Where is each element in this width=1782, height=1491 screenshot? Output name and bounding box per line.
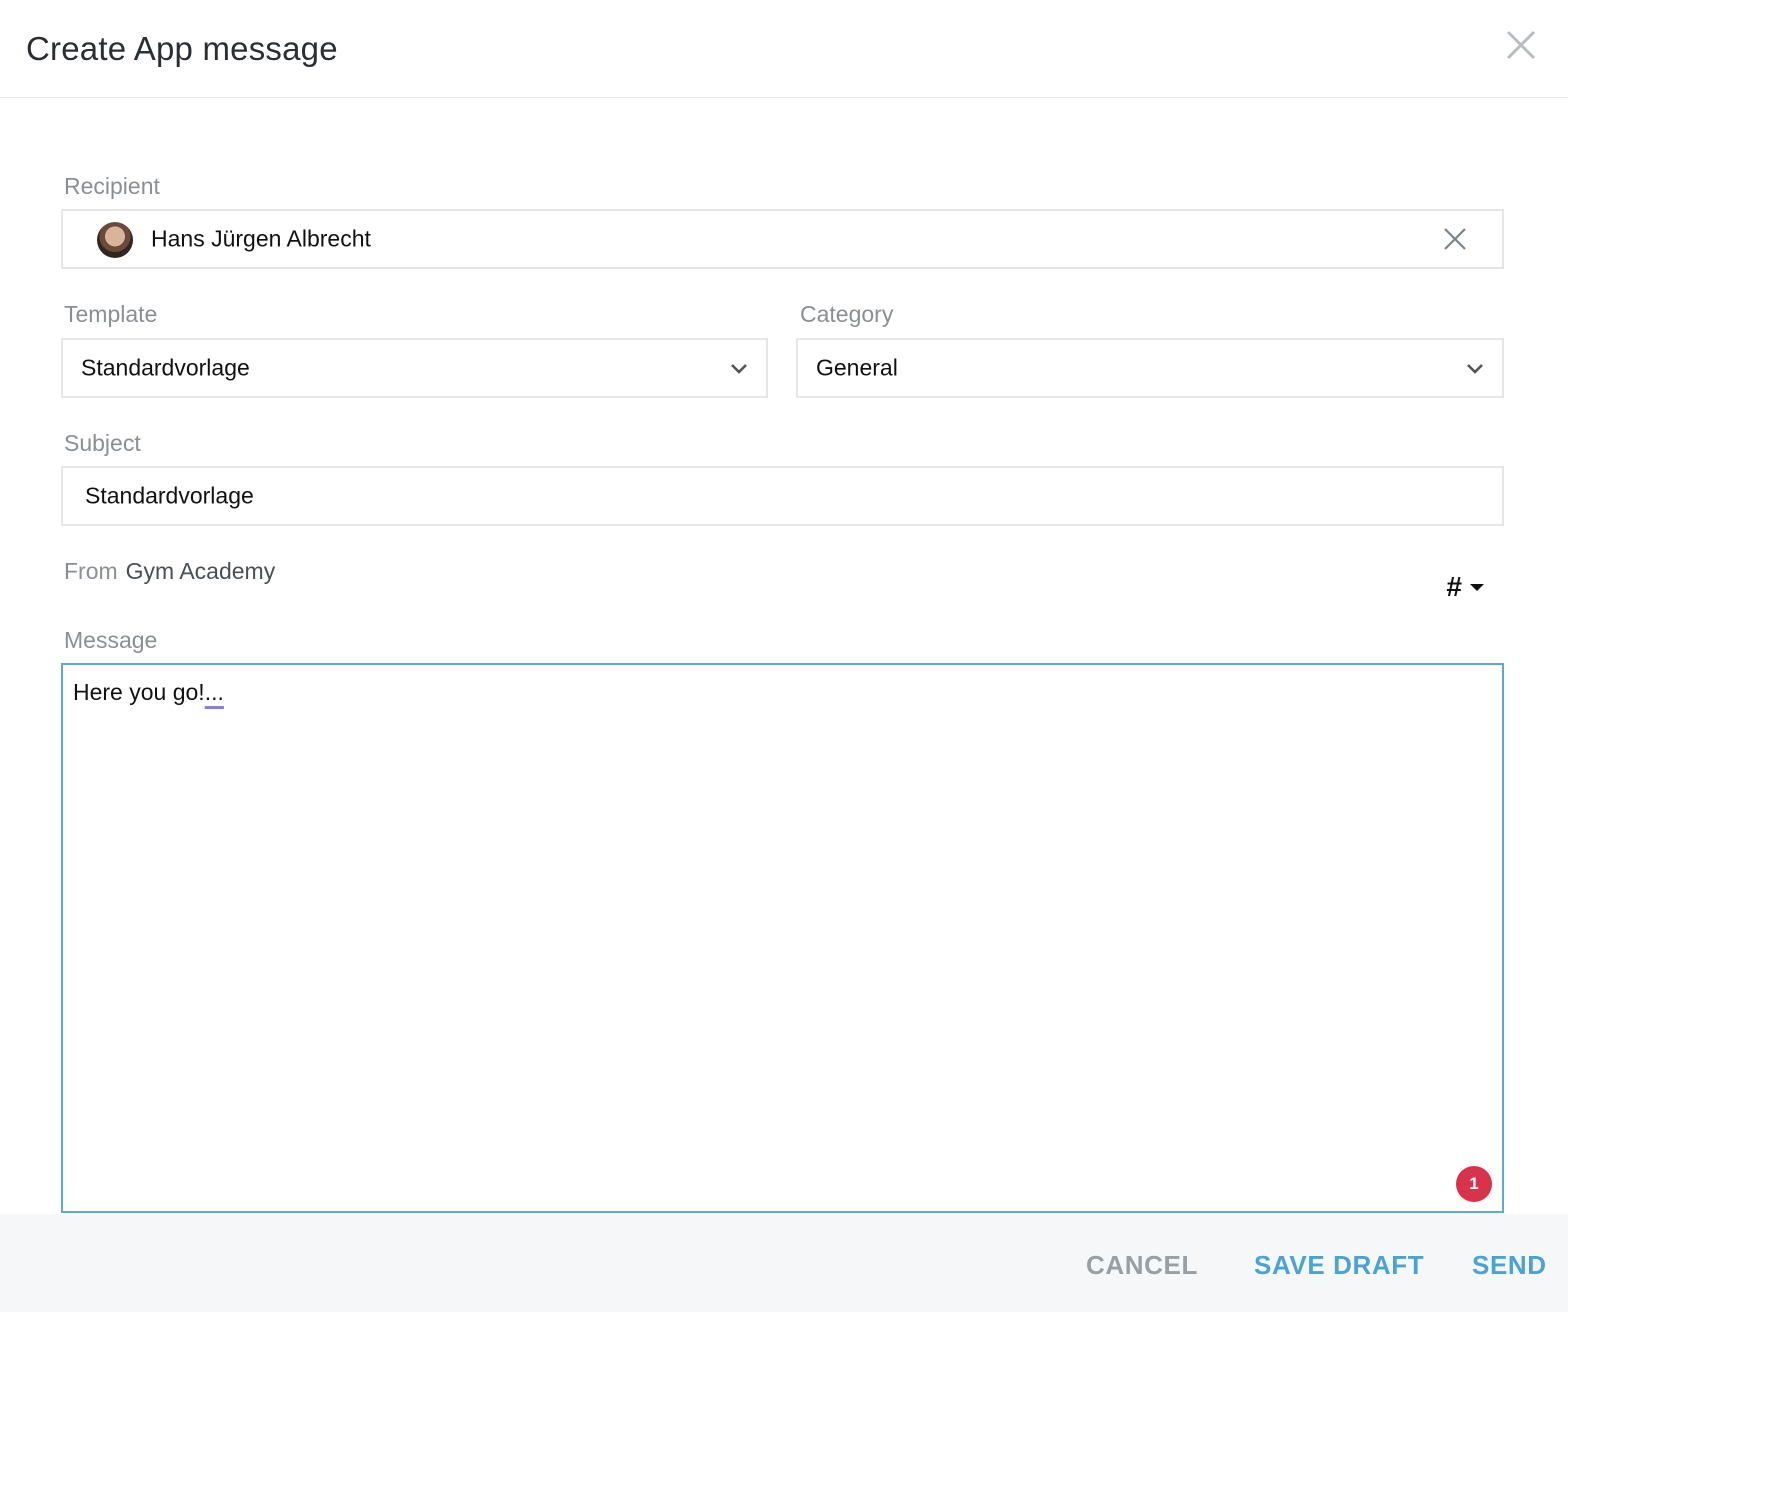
dialog-header: Create App message xyxy=(0,0,1568,98)
template-select[interactable]: Standardvorlage xyxy=(61,338,768,398)
message-label: Message xyxy=(64,627,158,653)
placeholder-menu-button[interactable]: # xyxy=(1446,570,1498,604)
recipient-name: Hans Jürgen Albrecht xyxy=(151,225,371,252)
recipient-label: Recipient xyxy=(64,173,160,199)
message-body: Here you go! xyxy=(73,679,205,705)
dialog-footer: CANCEL SAVE DRAFT SEND xyxy=(0,1214,1568,1312)
message-textarea[interactable]: Here you go!... xyxy=(61,663,1504,1213)
message-text: Here you go!... xyxy=(73,679,224,706)
category-label: Category xyxy=(800,301,894,327)
clear-recipient-icon[interactable] xyxy=(1442,226,1468,252)
create-message-dialog: Create App message Recipient Hans Jürgen… xyxy=(0,0,1568,1312)
save-draft-button[interactable]: SAVE DRAFT xyxy=(1254,1250,1424,1281)
dialog-title: Create App message xyxy=(26,30,338,67)
subject-input[interactable]: Standardvorlage xyxy=(61,466,1504,526)
caret-down-icon xyxy=(1469,583,1484,591)
cancel-button[interactable]: CANCEL xyxy=(1086,1250,1198,1281)
from-label: From xyxy=(64,558,118,584)
from-line: From Gym Academy xyxy=(64,558,275,585)
category-value: General xyxy=(816,354,898,381)
hash-icon: # xyxy=(1446,571,1462,602)
subject-label: Subject xyxy=(64,430,141,456)
avatar xyxy=(97,222,133,258)
chevron-down-icon xyxy=(728,357,750,379)
close-icon[interactable] xyxy=(1502,26,1540,64)
category-select[interactable]: General xyxy=(796,338,1504,398)
send-button[interactable]: SEND xyxy=(1472,1250,1547,1281)
from-value: Gym Academy xyxy=(125,558,276,584)
message-trailing: ... xyxy=(204,679,224,705)
template-label: Template xyxy=(64,301,158,327)
chevron-down-icon xyxy=(1464,357,1486,379)
subject-value: Standardvorlage xyxy=(85,482,254,509)
recipient-field[interactable]: Hans Jürgen Albrecht xyxy=(61,209,1504,269)
notification-badge[interactable]: 1 xyxy=(1456,1166,1492,1202)
template-value: Standardvorlage xyxy=(81,354,250,381)
